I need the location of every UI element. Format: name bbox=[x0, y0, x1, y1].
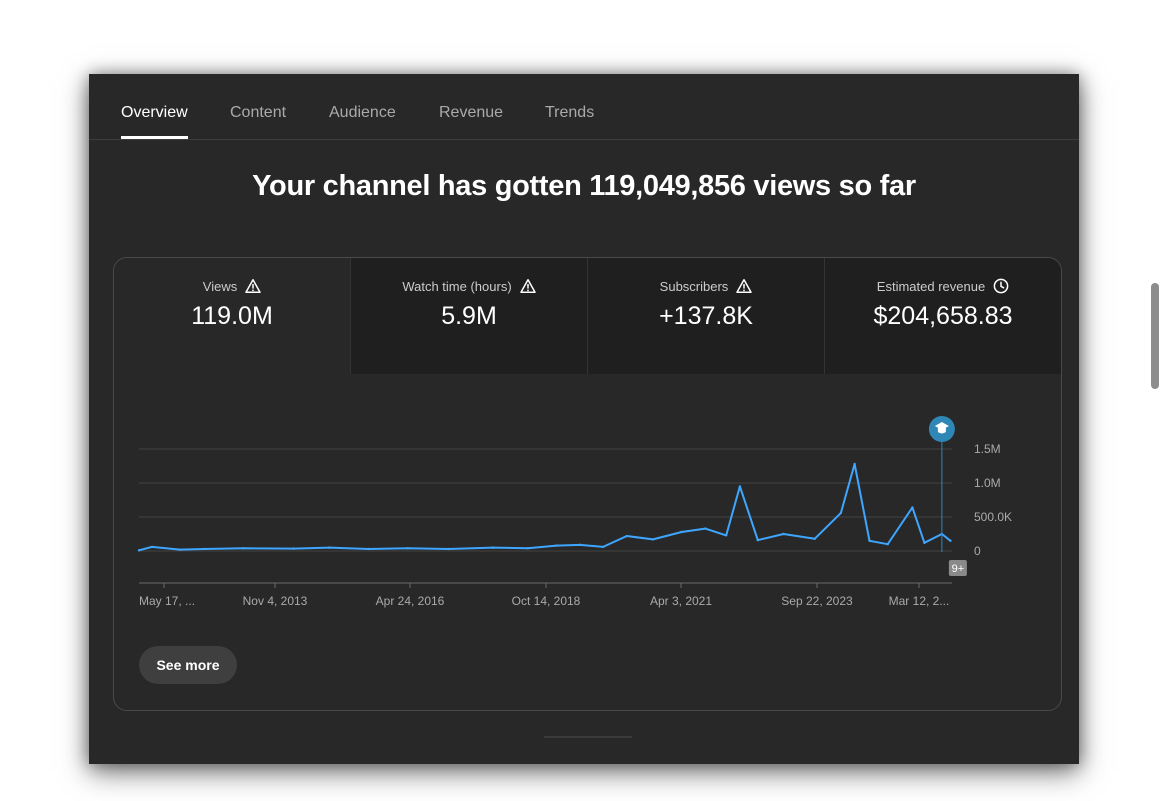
tab-bar: Overview Content Audience Revenue Trends bbox=[89, 74, 1079, 140]
x-tick-label: Sep 22, 2023 bbox=[781, 594, 853, 608]
data-point bbox=[680, 530, 683, 534]
data-point bbox=[328, 546, 331, 549]
y-tick-label: 0 bbox=[974, 544, 981, 558]
data-point bbox=[203, 547, 206, 551]
tab-audience[interactable]: Audience bbox=[329, 74, 396, 139]
data-point bbox=[178, 548, 182, 551]
data-point bbox=[292, 547, 295, 550]
metric-label: Subscribers bbox=[659, 278, 729, 294]
y-tick-label: 1.0M bbox=[974, 476, 1001, 490]
tab-content[interactable]: Content bbox=[230, 74, 286, 139]
metric-value: 119.0M bbox=[191, 302, 273, 330]
data-point bbox=[868, 539, 871, 542]
page-title: Your channel has gotten 119,049,856 view… bbox=[252, 170, 916, 202]
tab-revenue[interactable]: Revenue bbox=[439, 74, 503, 139]
clock-icon bbox=[993, 278, 1009, 294]
y-tick-label: 1.5M bbox=[974, 442, 1001, 456]
data-point bbox=[839, 511, 843, 515]
data-point bbox=[853, 462, 856, 466]
x-tick-label: May 17, ... bbox=[139, 594, 195, 608]
data-point bbox=[704, 527, 707, 530]
data-point bbox=[923, 541, 926, 545]
warning-icon bbox=[245, 279, 261, 293]
data-point bbox=[367, 547, 370, 551]
metrics-card: Views 119.0M Watch time (hours) 5.9M Sub… bbox=[113, 257, 1062, 711]
x-tick-label: Nov 4, 2013 bbox=[243, 594, 308, 608]
data-point bbox=[242, 547, 245, 550]
tab-trends[interactable]: Trends bbox=[545, 74, 594, 139]
data-point bbox=[406, 547, 410, 550]
metric-label: Estimated revenue bbox=[876, 278, 986, 294]
data-point bbox=[137, 549, 141, 552]
metric-views[interactable]: Views 119.0M bbox=[114, 258, 351, 374]
metric-value: +137.8K bbox=[659, 302, 753, 330]
scrollbar[interactable] bbox=[1151, 283, 1159, 389]
data-point bbox=[150, 545, 154, 549]
data-point bbox=[886, 543, 889, 546]
views-chart: 1.5M 1.0M 500.0K 0 May 17, ... Nov 4, 2013 Apr… bbox=[137, 416, 1012, 608]
data-point bbox=[625, 534, 628, 538]
drag-handle bbox=[544, 736, 632, 738]
data-point bbox=[813, 537, 816, 540]
y-tick-label: 500.0K bbox=[974, 510, 1012, 524]
warning-icon bbox=[736, 279, 753, 293]
data-point bbox=[555, 544, 558, 547]
data-point bbox=[651, 538, 655, 541]
data-point bbox=[949, 539, 952, 542]
analytics-panel: Overview Content Audience Revenue Trends… bbox=[89, 74, 1079, 764]
data-point bbox=[725, 534, 728, 537]
data-point bbox=[738, 485, 742, 488]
metric-label: Views bbox=[202, 278, 238, 294]
data-point bbox=[578, 543, 582, 547]
x-tick-label: Apr 24, 2016 bbox=[376, 594, 445, 608]
views-series-line bbox=[138, 463, 952, 552]
badge-label: 9+ bbox=[952, 563, 965, 575]
data-point bbox=[447, 547, 450, 551]
data-point bbox=[782, 532, 785, 536]
metric-label: Watch time (hours) bbox=[402, 278, 512, 294]
data-point bbox=[756, 538, 759, 542]
data-point bbox=[491, 546, 495, 549]
metric-watch-time[interactable]: Watch time (hours) 5.9M bbox=[351, 258, 588, 374]
data-point bbox=[526, 547, 530, 550]
data-point bbox=[601, 545, 605, 549]
x-tick-label: Oct 14, 2018 bbox=[512, 594, 581, 608]
metric-estimated-revenue[interactable]: Estimated revenue $204,658.83 bbox=[825, 258, 1061, 374]
metric-subscribers[interactable]: Subscribers +137.8K bbox=[588, 258, 825, 374]
tab-overview[interactable]: Overview bbox=[121, 74, 188, 139]
data-point bbox=[911, 506, 914, 509]
graduation-cap-base bbox=[937, 428, 946, 434]
metric-value: 5.9M bbox=[441, 302, 497, 330]
x-tick-label: Apr 3, 2021 bbox=[650, 594, 712, 608]
warning-icon bbox=[519, 279, 536, 293]
see-more-button[interactable]: See more bbox=[139, 646, 237, 684]
x-tick-label: Mar 12, 2... bbox=[889, 594, 950, 608]
metric-value: $204,658.83 bbox=[873, 302, 1013, 330]
